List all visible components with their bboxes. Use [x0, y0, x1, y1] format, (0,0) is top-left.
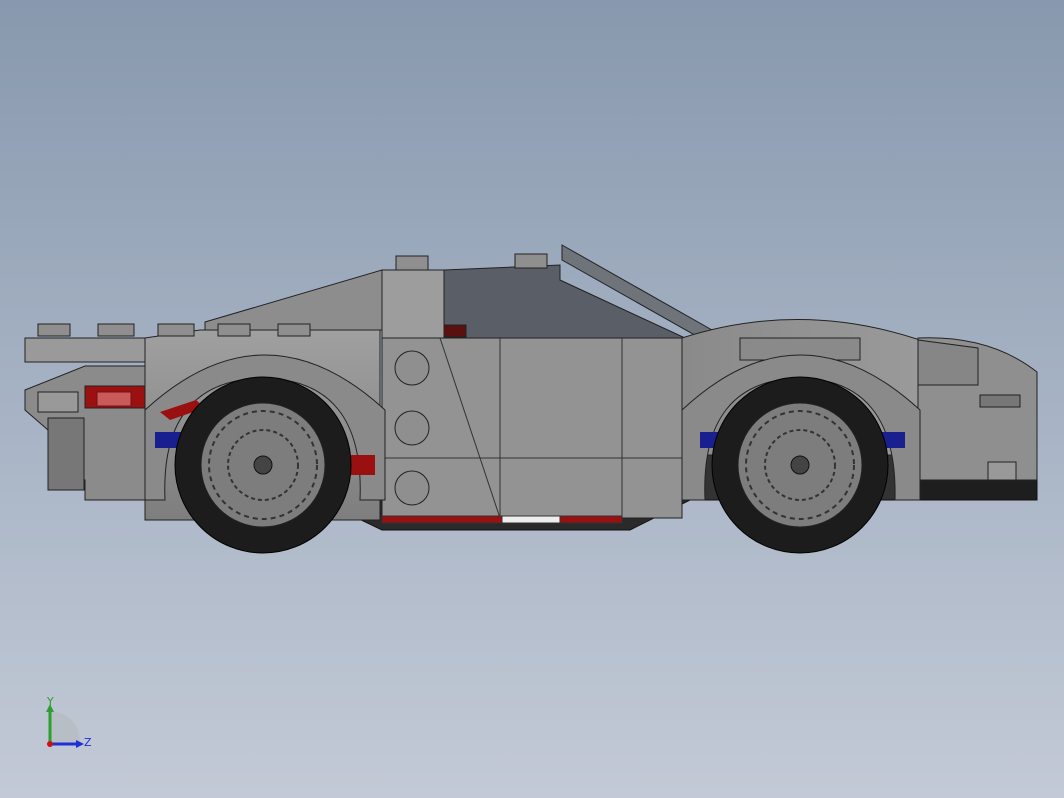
side-round-1	[394, 350, 430, 386]
axis-triad[interactable]: Y Z	[40, 696, 100, 756]
side-round-2	[394, 410, 430, 446]
z-axis-arrow	[76, 740, 84, 748]
side-round-3	[394, 470, 430, 506]
front-detail	[987, 461, 1017, 481]
rear-wheel	[174, 376, 352, 554]
front-skid	[914, 477, 1038, 501]
z-axis-label: Z	[84, 736, 92, 749]
y-axis-label: Y	[46, 696, 54, 708]
car-model[interactable]	[0, 0, 1064, 798]
rear-deck	[204, 269, 383, 331]
triad-origin	[47, 741, 53, 747]
sill-stripe-red-2	[559, 515, 623, 524]
rear-light-lens	[96, 391, 132, 407]
front-wheel	[711, 376, 889, 554]
seat-red	[443, 324, 467, 338]
rear-lower-block-2	[47, 417, 85, 491]
cad-viewport[interactable]: Y Z	[0, 0, 1064, 798]
triad-plane	[50, 711, 80, 744]
b-pillar	[381, 269, 445, 339]
rear-lower-block	[37, 391, 79, 413]
sill-stripe-white	[501, 515, 561, 524]
rear-spoiler	[24, 337, 146, 363]
headlight-area	[917, 339, 979, 386]
rear-stripe-red-2	[350, 455, 375, 475]
front-grille	[979, 394, 1021, 408]
sill-stripe-red-1	[381, 515, 503, 524]
